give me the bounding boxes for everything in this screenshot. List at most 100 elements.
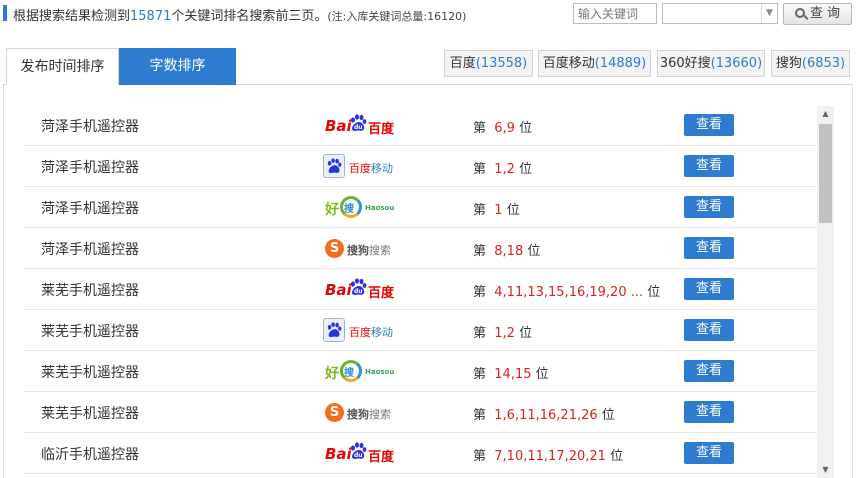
result-row: 菏泽手机遥控器 百度移动 第 1,2 位 查看 [25, 146, 817, 187]
view-button[interactable]: 查看 [684, 360, 734, 382]
view-button[interactable]: 查看 [684, 442, 734, 464]
view-button[interactable]: 查看 [684, 114, 734, 136]
engine-filter-baidu[interactable]: 百度(13558) [444, 50, 533, 77]
sogou-logo-bold: 搜狗 [347, 408, 369, 421]
keyword-text: 莱芜手机遥控器 [41, 365, 139, 381]
view-button[interactable]: 查看 [684, 278, 734, 300]
rank-text: 第 7,10,11,17,20,21 位 [473, 445, 623, 464]
summary-bar: 根据搜索结果检测到15871个关键词排名搜索前三页。(注:入库关键词总量:161… [0, 0, 856, 28]
result-row: 菏泽手机遥控器 S 搜狗搜索 第 8,18 位 查看 [25, 228, 817, 269]
view-button[interactable]: 查看 [684, 401, 734, 423]
rank-suffix: 位 [506, 203, 520, 218]
engine-filter-label: 360好搜 [659, 56, 711, 71]
rank-suffix: 位 [535, 367, 549, 382]
rank-prefix: 第 [473, 244, 487, 259]
engine-logo-haosou: 好 搜 Haosou [323, 195, 403, 221]
summary-note: (注:入库关键词总量:16120) [327, 10, 467, 23]
baidu-mobile-logo-red: 百度 [349, 326, 371, 339]
engine-filter-sogou[interactable]: 搜狗(6853) [771, 50, 850, 77]
rank-prefix: 第 [473, 326, 487, 341]
rank-positions: 8,18 [494, 244, 524, 259]
haosou-logo-sou: 搜 [344, 204, 354, 215]
engine-filter-360-haosou[interactable]: 360好搜(13660) [657, 50, 765, 77]
results-list: 菏泽手机遥控器 Bai du 百度 第 6,9 位 查看 菏泽手机遥控器 百度移… [25, 105, 817, 474]
rank-prefix: 第 [473, 121, 487, 136]
result-row: 莱芜手机遥控器 百度移动 第 1,2 位 查看 [25, 310, 817, 351]
rank-suffix: 位 [647, 285, 661, 300]
sogou-logo-light: 搜索 [369, 244, 391, 257]
paw-icon [327, 322, 342, 337]
view-button[interactable]: 查看 [684, 319, 734, 341]
triangle-down-icon[interactable]: ▼ [817, 462, 834, 478]
view-button[interactable]: 查看 [684, 196, 734, 218]
engine-filter-count: (13660) [710, 56, 763, 71]
rank-positions: 7,10,11,17,20,21 [494, 449, 606, 464]
baidu-logo-cn: 百度 [368, 450, 395, 465]
engine-logo-baidu-mobile: 百度移动 [323, 318, 403, 344]
rank-text: 第 1 位 [473, 199, 520, 218]
keyword-text: 菏泽手机遥控器 [41, 242, 139, 258]
baidu-logo-text: Bai [325, 445, 352, 463]
engine-filter-label: 搜狗 [775, 56, 802, 71]
engine-logo-sogou: S 搜狗搜索 [323, 400, 403, 426]
keyword-count: 15871 [130, 9, 172, 24]
results-scrollbar[interactable]: ▲ ▼ [817, 106, 834, 478]
svg-text:du: du [354, 288, 363, 295]
rank-positions: 1,2 [494, 326, 515, 341]
engine-select[interactable]: ▼ [662, 3, 778, 24]
sogou-logo-bold: 搜狗 [347, 244, 369, 257]
triangle-up-icon[interactable]: ▲ [817, 106, 834, 122]
paw-icon: du [351, 114, 367, 131]
tab-publish-time-sort[interactable]: 发布时间排序 [6, 48, 119, 85]
baidu-mobile-logo-red: 百度 [349, 162, 371, 175]
sort-tabs: 发布时间排序 字数排序 百度(13558) 百度移动(14889) 360好搜(… [3, 48, 853, 85]
view-button[interactable]: 查看 [684, 237, 734, 259]
result-row: 菏泽手机遥控器 Bai du 百度 第 6,9 位 查看 [25, 105, 817, 146]
engine-logo-baidu-mobile: 百度移动 [323, 154, 403, 180]
haosou-logo-en: Haosou [365, 204, 395, 212]
chevron-down-icon[interactable]: ▼ [761, 4, 777, 23]
rank-text: 第 8,18 位 [473, 240, 540, 259]
engine-logo-baidu: Bai du 百度 [323, 277, 403, 303]
result-row: 临沂手机遥控器 Bai du 百度 第 7,10,11,17,20,21 位 查… [25, 433, 817, 474]
rank-suffix: 位 [519, 121, 533, 136]
baidu-logo-cn: 百度 [368, 286, 395, 301]
summary-suffix: 个关键词排名搜索前三页。 [171, 9, 328, 24]
rank-positions: 14,15 [494, 367, 532, 382]
view-button[interactable]: 查看 [684, 155, 734, 177]
rank-positions: 1,2 [494, 162, 515, 177]
rank-prefix: 第 [473, 408, 487, 423]
rank-positions: 6,9 [494, 121, 515, 136]
rank-suffix: 位 [601, 408, 615, 423]
engine-filter-label: 百度 [449, 56, 476, 71]
rank-suffix: 位 [519, 326, 533, 341]
rank-positions: 1 [494, 203, 503, 218]
result-row: 莱芜手机遥控器 Bai du 百度 第 4,11,13,15,16,19,20 … [25, 269, 817, 310]
sogou-s-icon: S [325, 239, 344, 258]
scrollbar-thumb[interactable] [819, 124, 832, 223]
engine-filter-baidu-mobile[interactable]: 百度移动(14889) [538, 50, 651, 77]
engine-filter-count: (14889) [594, 56, 647, 71]
result-row: 莱芜手机遥控器 S 搜狗搜索 第 1,6,11,16,21,26 位 查看 [25, 392, 817, 433]
query-button[interactable]: 查 询 [783, 3, 852, 25]
rank-prefix: 第 [473, 367, 487, 382]
keyword-text: 菏泽手机遥控器 [41, 160, 139, 176]
haosou-logo-hao: 好 [325, 366, 339, 382]
rank-text: 第 1,2 位 [473, 158, 532, 177]
title-marker [3, 5, 7, 21]
keyword-search-input[interactable] [573, 3, 657, 24]
rank-text: 第 1,2 位 [473, 322, 532, 341]
baidu-mobile-logo-text: 百度移动 [349, 324, 393, 340]
rank-prefix: 第 [473, 203, 487, 218]
rank-prefix: 第 [473, 162, 487, 177]
sogou-s-icon: S [325, 403, 344, 422]
baidu-mobile-icon [323, 318, 345, 342]
rank-text: 第 6,9 位 [473, 117, 532, 136]
tab-word-count-sort[interactable]: 字数排序 [119, 48, 236, 85]
paw-icon [327, 158, 342, 173]
engine-filter-count: (6853) [801, 56, 846, 71]
engine-filter-count: (13558) [475, 56, 528, 71]
rank-suffix: 位 [610, 449, 624, 464]
baidu-logo-text: Bai [325, 117, 352, 135]
keyword-text: 莱芜手机遥控器 [41, 324, 139, 340]
